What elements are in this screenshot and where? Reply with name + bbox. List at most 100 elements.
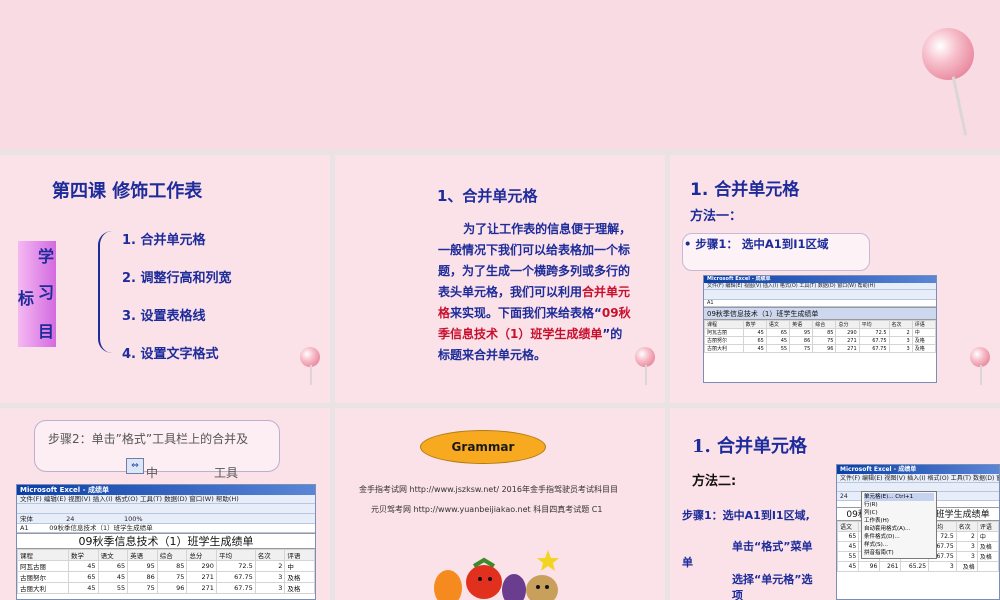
column-header: 课程 [17,549,69,561]
font-size-select[interactable]: 24 [66,515,74,523]
font-size-select[interactable]: 24 [840,493,848,500]
objective-item: 2. 调整行高和列宽 [122,271,232,286]
table-cell: 72.5 [215,560,256,572]
table-cell: 75 [789,344,814,353]
objective-char: 目 [38,322,55,341]
lollipop-icon [970,347,992,387]
table-cell: 2 [955,531,978,542]
column-header: 综合 [156,549,188,561]
method-label: 方法二: [692,474,737,489]
menu-item-phonetic[interactable]: 拼音指南(T) [864,549,934,557]
table-cell: 及格 [955,561,978,572]
zoom-select[interactable]: 100% [124,515,143,523]
table-cell: 86 [127,571,158,583]
menu-item-row[interactable]: 行(R) [864,501,934,509]
objective-char: 标 [18,289,35,308]
column-header: 总分 [186,549,217,561]
objective-char: 学 [38,247,55,266]
table-cell: 45 [837,541,860,552]
step-text: 步骤2：单击”格式”工具栏上的合并及 [48,432,249,446]
format-menu-dropdown[interactable]: 单元格(E)... Ctrl+1 行(R) 列(C) 工作表(H) 自动套用格式… [861,491,937,559]
table-header-row: 课程 数学 语文 英语 综合 总分 平均 名次 评语 [17,549,315,561]
table-cell: 96 [156,582,188,594]
menu-item-autoformat[interactable]: 自动套用格式(A)... [864,525,934,533]
table-cell: 96 [858,561,881,572]
table-cell: 290 [186,560,217,572]
table-cell: 45 [67,560,99,572]
table-header-row: 课程 数学 语文 英语 综合 总分 平均 名次 评语 [704,320,936,329]
excel-titlebar: Microsoft Excel - 成绩单 [704,276,936,283]
column-header: 评语 [976,521,999,532]
table-cell: 85 [156,560,188,572]
table-cell: 65 [67,571,99,583]
table-cell: 45 [67,582,99,594]
menu-item-style[interactable]: 样式(S)... [864,541,934,549]
column-header: 平均 [858,320,890,329]
column-header: 评语 [284,549,315,561]
step-text: 选择“单元格”选项 [732,573,813,600]
slide-heading: 1. 合并单元格 [690,180,800,200]
slide-thumbnail-3[interactable]: 1. 合并单元格 方法一： • 步骤1： 选中A1到I1区域 Microsoft… [670,155,1000,403]
column-header: 语文 [765,320,791,329]
column-header: 课程 [704,320,744,329]
table-cell: 95 [789,328,814,337]
slide-thumbnail-2[interactable]: 1、合并单元格 为了让工作表的信息便于理解，一般情况下我们可以给表格加一个标题，… [335,155,665,403]
font-name-select[interactable]: 宋体 [20,515,33,523]
footer-link-text: 金手指考试网 http://www.jszksw.net/ 2016年金手指驾驶… [359,485,618,494]
table-cell: 2 [888,328,913,337]
table-cell: 中 [284,560,315,572]
slide-body-text: 为了让工作表的信息便于理解，一般情况下我们可以给表格加一个标题，为了生成一个横跨… [438,219,634,366]
table-cell: 67.75 [215,582,256,594]
table-cell: 古丽大利 [704,344,744,353]
slide-thumbnail-1[interactable]: 第四课 修饰工作表 学 标 习 目 1. 合并单元格 2. 调整行高和列宽 3.… [0,155,330,403]
table-cell: 271 [835,336,860,345]
table-row: 45 96 261 65.25 3 及格 [837,561,999,572]
menu-item-column[interactable]: 列(C) [864,509,934,517]
lollipop-decoration [922,28,978,138]
menu-item-cells[interactable]: 单元格(E)... Ctrl+1 [864,493,934,501]
excel-formula-bar: A1 [704,300,936,307]
table-cell: 阿瓦古丽 [17,560,69,572]
objective-item: 3. 设置表格线 [122,309,206,324]
column-header: 英语 [789,320,814,329]
table-row: 古丽大利 45 55 75 96 271 67.75 3 及格 [704,344,936,353]
table-cell: 及格 [911,344,936,353]
column-header: 平均 [215,549,256,561]
column-header: 名次 [254,549,286,561]
menu-item-sheet[interactable]: 工作表(H) [864,517,934,525]
column-header: 评语 [911,320,936,329]
excel-grid: 课程 数学 语文 英语 综合 总分 平均 名次 评语 阿瓦古丽 45 65 95 85 290 72.5 2 中… [704,320,936,353]
brace-divider [98,231,112,353]
table-cell: 75 [812,336,837,345]
table-cell: 古丽努尔 [704,336,744,345]
table-cell: 及格 [284,582,315,594]
step-text: 步骤1：选中A1到I1区域, [682,509,810,522]
table-cell: 95 [127,560,158,572]
column-header: 语文 [837,521,860,532]
table-cell: 65.25 [900,561,930,572]
table-row: 古丽大利 45 55 75 96 271 67.75 3 及格 [17,582,315,594]
table-cell: 中 [911,328,936,337]
objective-item: 1. 合并单元格 [122,233,206,248]
table-cell: 55 [97,582,129,594]
table-cell: 古丽努尔 [17,571,69,583]
table-cell: 55 [837,551,860,562]
column-header: 综合 [812,320,837,329]
table-cell: 55 [765,344,791,353]
cell-reference: A1 [707,300,714,306]
cell-reference: A1 [20,524,29,532]
slide-thumbnail-5[interactable]: Grammar 金手指考试网 http://www.jszksw.net/ 20… [335,408,665,600]
excel-format-toolbar: 宋体 24 100% [17,514,315,524]
table-cell: 45 [742,328,767,337]
table-cell: 3 [254,582,286,594]
step-text: 工具 [214,466,239,480]
slide-title: 第四课 修饰工作表 [52,181,203,202]
table-row: 古丽努尔 65 45 86 75 271 67.75 3 及格 [704,336,936,345]
table-cell: 261 [879,561,902,572]
step-text: 单 [682,556,693,569]
excel-screenshot: Microsoft Excel - 成绩单 文件(F) 编辑(E) 视图(V) … [703,275,937,383]
slide-thumbnail-4[interactable]: 步骤2：单击”格式”工具栏上的合并及 ⇔ 中 工具 Microsoft Exce… [0,408,330,600]
menu-item-conditional-format[interactable]: 条件格式(D)... [864,533,934,541]
slide-thumbnail-6[interactable]: 1. 合并单元格 方法二: 步骤1：选中A1到I1区域, 单击“格式”菜单 单 … [670,408,1000,600]
table-cell: 3 [254,571,286,583]
